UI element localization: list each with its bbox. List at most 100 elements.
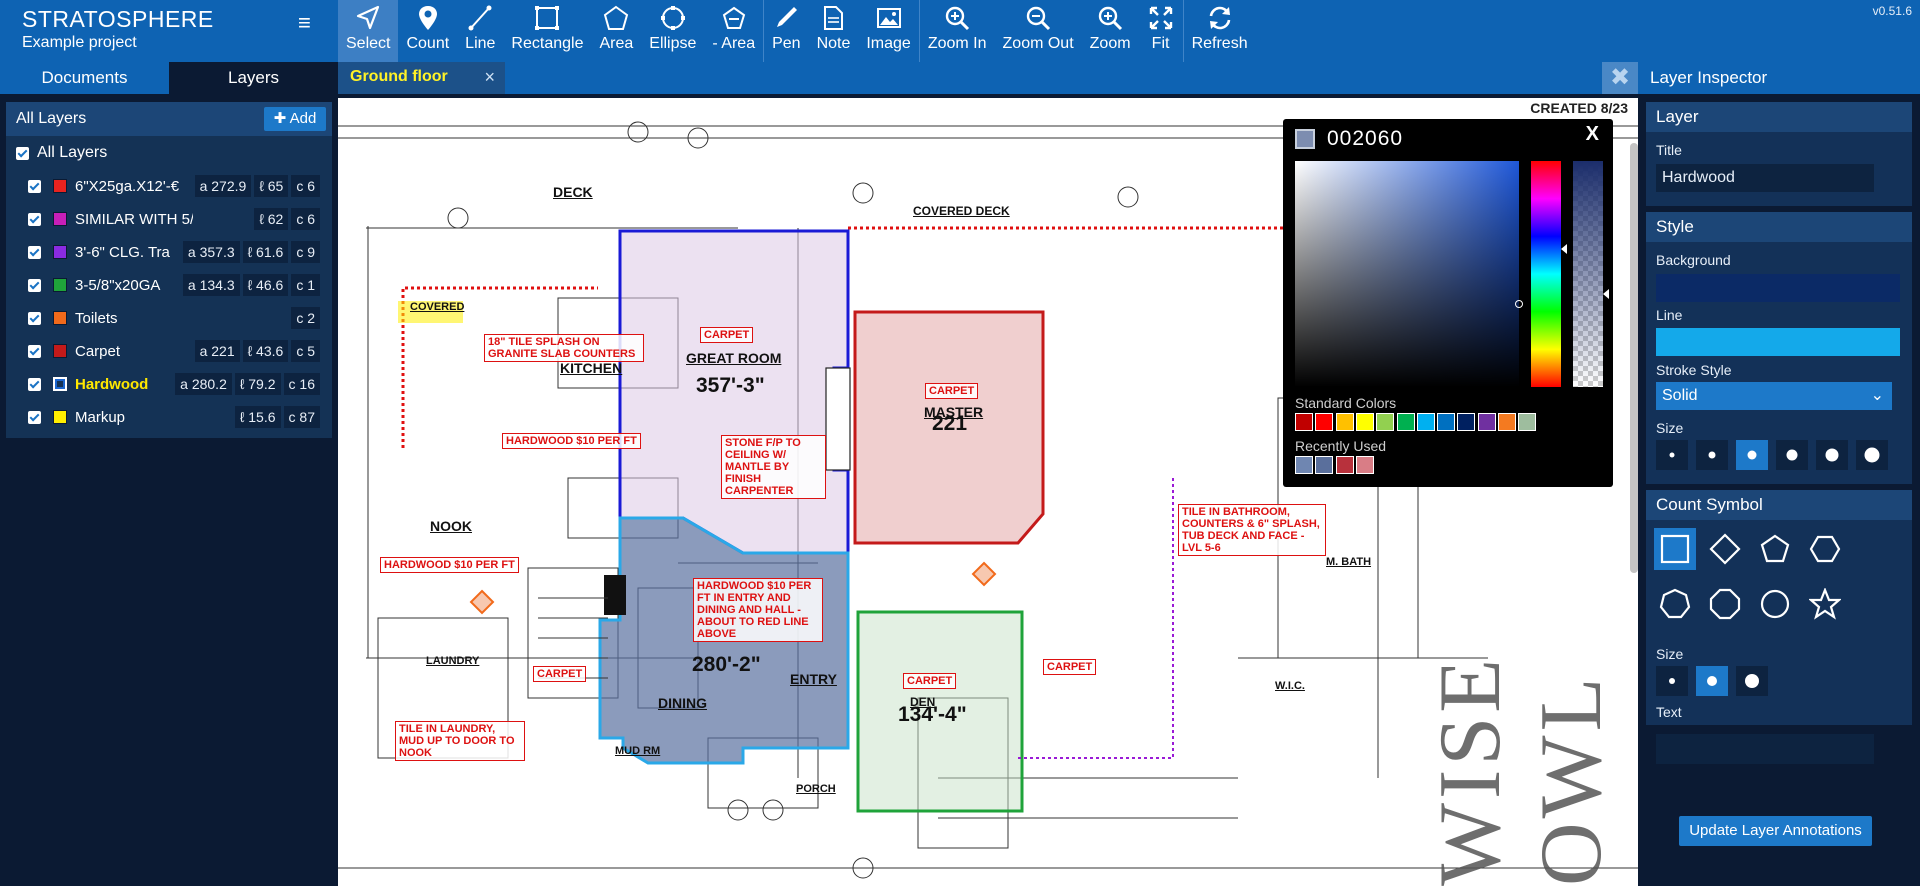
alpha-slider-handle[interactable] xyxy=(1603,289,1609,299)
layer-row[interactable]: SIMILAR WITH 5/8" ST... ℓ 62c 6 xyxy=(28,203,328,235)
symbol-star[interactable] xyxy=(1804,583,1846,625)
layer-visibility-checkbox[interactable] xyxy=(28,344,41,358)
layer-color-swatch[interactable] xyxy=(53,311,67,325)
alpha-slider[interactable] xyxy=(1573,161,1603,387)
tab-documents[interactable]: Documents xyxy=(0,62,169,94)
recent-color-swatch[interactable] xyxy=(1355,456,1374,474)
symbol-pentagon[interactable] xyxy=(1754,528,1796,570)
checkbox-icon[interactable] xyxy=(16,146,29,160)
stroke-size-option[interactable] xyxy=(1696,440,1728,470)
zoom-tool-button[interactable]: Zoom xyxy=(1082,0,1139,62)
line-color-field[interactable] xyxy=(1656,328,1900,356)
symbol-circle[interactable] xyxy=(1754,583,1796,625)
symbol-octagon[interactable] xyxy=(1704,583,1746,625)
saturation-value-field[interactable] xyxy=(1295,161,1523,387)
layer-visibility-checkbox[interactable] xyxy=(28,212,41,226)
stroke-size-option[interactable] xyxy=(1776,440,1808,470)
tab-ground-floor[interactable]: Ground floor × xyxy=(338,62,505,94)
layer-color-swatch[interactable] xyxy=(53,212,67,226)
image-tool-button[interactable]: Image xyxy=(858,0,918,62)
standard-color-swatch[interactable] xyxy=(1477,413,1496,431)
color-handle[interactable] xyxy=(1515,300,1523,308)
close-picker-button[interactable]: X xyxy=(1586,123,1599,146)
stroke-size-option[interactable] xyxy=(1656,440,1688,470)
layer-row[interactable]: 3'-6" CLG. Tra a 357.3 ℓ 61.6 c 9 xyxy=(28,236,328,268)
layer-visibility-checkbox[interactable] xyxy=(28,311,41,325)
layer-visibility-checkbox[interactable] xyxy=(28,179,41,193)
layer-color-swatch[interactable] xyxy=(53,245,67,259)
layer-visibility-checkbox[interactable] xyxy=(28,245,41,259)
layer-title-input[interactable]: Hardwood xyxy=(1656,164,1874,192)
markup-note[interactable]: CARPET xyxy=(533,666,587,682)
layer-color-swatch[interactable] xyxy=(53,344,67,358)
layer-visibility-checkbox[interactable] xyxy=(28,410,41,424)
update-layer-annotations-button[interactable]: Update Layer Annotations xyxy=(1679,816,1872,846)
standard-color-swatch[interactable] xyxy=(1518,413,1537,431)
select-tool-button[interactable]: Select xyxy=(338,0,399,62)
recent-color-swatch[interactable] xyxy=(1335,456,1354,474)
layer-row[interactable]: Markup ℓ 15.6 c 87 xyxy=(28,401,328,433)
count-size-option[interactable] xyxy=(1656,666,1688,696)
markup-note[interactable]: 18" TILE SPLASH ON GRANITE SLAB COUNTERS xyxy=(484,334,644,362)
refresh-tool-button[interactable]: Refresh xyxy=(1182,0,1256,62)
markup-note[interactable]: TILE IN BATHROOM, COUNTERS & 6" SPLASH, … xyxy=(1178,504,1326,556)
hue-slider[interactable] xyxy=(1531,161,1561,387)
pen-tool-button[interactable]: Pen xyxy=(763,0,808,62)
layer-color-swatch[interactable] xyxy=(53,278,67,292)
layer-row[interactable]: Hardwood a 280.2 ℓ 79.2 c 16 xyxy=(28,368,328,400)
close-tab-icon[interactable]: × xyxy=(484,67,495,88)
tab-layers[interactable]: Layers xyxy=(169,62,338,94)
standard-color-swatch[interactable] xyxy=(1335,413,1354,431)
markup-note[interactable]: CARPET xyxy=(700,327,754,343)
ellipse-tool-button[interactable]: Ellipse xyxy=(641,0,704,62)
standard-color-swatch[interactable] xyxy=(1295,413,1313,431)
note-tool-button[interactable]: Note xyxy=(809,0,859,62)
layer-visibility-checkbox[interactable] xyxy=(28,377,41,391)
recent-color-swatch[interactable] xyxy=(1315,456,1334,474)
markup-note[interactable]: STONE F/P TO CEILING W/ MANTLE BY FINISH… xyxy=(721,435,826,499)
symbol-square[interactable] xyxy=(1654,528,1696,570)
standard-color-swatch[interactable] xyxy=(1498,413,1516,431)
zoom-out-tool-button[interactable]: Zoom Out xyxy=(995,0,1082,62)
hex-value[interactable]: 002060 xyxy=(1327,127,1403,151)
rectangle-tool-button[interactable]: Rectangle xyxy=(503,0,591,62)
standard-color-swatch[interactable] xyxy=(1315,413,1334,431)
layer-color-swatch[interactable] xyxy=(53,179,67,193)
stroke-size-option[interactable] xyxy=(1816,440,1848,470)
markup-note[interactable]: CARPET xyxy=(903,673,957,689)
count-tool-button[interactable]: Count xyxy=(398,0,457,62)
layer-color-swatch[interactable] xyxy=(53,377,67,391)
markup-note[interactable]: HARDWOOD $10 PER FT IN ENTRY AND DINING … xyxy=(693,578,823,642)
vertical-scrollbar[interactable] xyxy=(1630,143,1638,573)
layer-row[interactable]: 3-5/8"x20GA a 134.3 ℓ 46.6 c 1 xyxy=(28,269,328,301)
layer-row[interactable]: Toilets c 2 xyxy=(28,302,328,334)
zoom-in-tool-button[interactable]: Zoom In xyxy=(918,0,995,62)
layer-row[interactable]: 6"X25ga.X12'-€ a 272.9 ℓ 65 c 6 xyxy=(28,170,328,202)
standard-color-swatch[interactable] xyxy=(1355,413,1374,431)
stroke-size-option[interactable] xyxy=(1856,440,1888,470)
symbol-heptagon[interactable] xyxy=(1654,583,1696,625)
count-size-option[interactable] xyxy=(1736,666,1768,696)
layer-row[interactable]: Carpet a 221 ℓ 43.6 c 5 xyxy=(28,335,328,367)
line-tool-button[interactable]: Line xyxy=(457,0,503,62)
standard-color-swatch[interactable] xyxy=(1437,413,1456,431)
symbol-hexagon[interactable] xyxy=(1804,528,1846,570)
count-text-input[interactable] xyxy=(1656,734,1874,764)
fit-tool-button[interactable]: Fit xyxy=(1139,0,1183,62)
close-panel-icon[interactable]: ✖ xyxy=(1602,62,1638,94)
symbol-diamond[interactable] xyxy=(1704,528,1746,570)
background-color-field[interactable] xyxy=(1656,274,1900,302)
all-layers-toggle[interactable]: All Layers xyxy=(16,144,107,162)
subtract-area-tool-button[interactable]: - Area xyxy=(704,0,763,62)
layer-visibility-checkbox[interactable] xyxy=(28,278,41,292)
hue-slider-handle[interactable] xyxy=(1561,244,1567,254)
layer-color-swatch[interactable] xyxy=(53,410,67,424)
stroke-style-select[interactable]: Solid ⌄ xyxy=(1656,382,1892,410)
stroke-size-option[interactable] xyxy=(1736,440,1768,470)
markup-note[interactable]: HARDWOOD $10 PER FT xyxy=(380,557,519,573)
markup-note[interactable]: CARPET xyxy=(925,383,979,399)
standard-color-swatch[interactable] xyxy=(1376,413,1395,431)
markup-note[interactable]: TILE IN LAUNDRY, MUD UP TO DOOR TO NOOK xyxy=(395,721,525,761)
hamburger-menu-icon[interactable]: ≡ xyxy=(298,10,311,36)
add-layer-button[interactable]: ✚ Add xyxy=(264,107,326,131)
